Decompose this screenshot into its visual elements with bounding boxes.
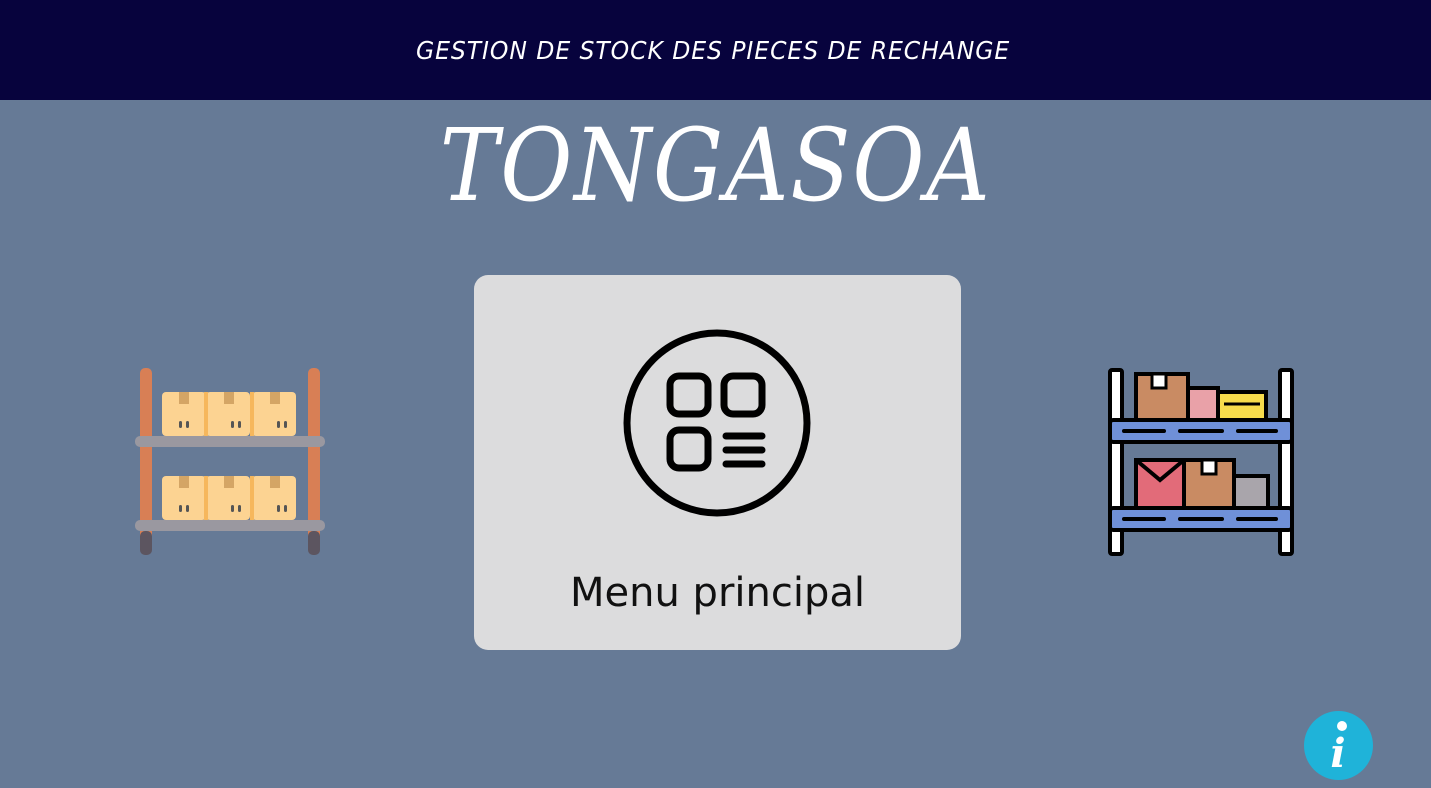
inventory-shelf-icon xyxy=(1104,366,1298,558)
info-button[interactable]: i xyxy=(1304,711,1373,780)
info-icon: i xyxy=(1330,721,1347,777)
svg-text:i: i xyxy=(1330,730,1345,777)
grid-menu-icon xyxy=(622,328,812,518)
app-title: GESTION DE STOCK DES PIECES DE RECHANGE xyxy=(416,35,1011,65)
brand-name: TONGASOA xyxy=(439,107,992,224)
top-bar: GESTION DE STOCK DES PIECES DE RECHANGE xyxy=(0,0,1431,100)
warehouse-shelf-icon xyxy=(132,366,328,558)
main-menu-button[interactable]: Menu principal xyxy=(474,275,961,650)
main-menu-label: Menu principal xyxy=(570,570,865,616)
